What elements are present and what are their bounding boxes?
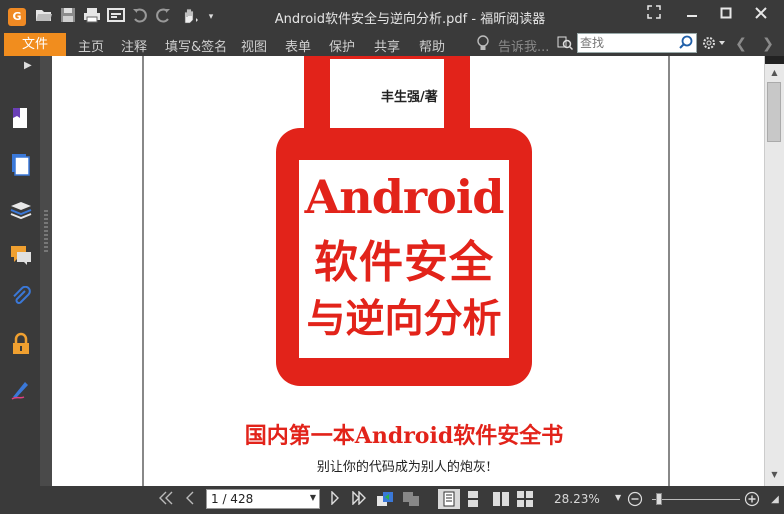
tell-me-input[interactable]: 告诉我... [498,36,549,55]
page-dropdown-icon[interactable]: ▼ [310,493,316,502]
redo-icon[interactable] [153,7,173,27]
zoom-out-icon[interactable] [626,491,644,509]
search-input[interactable] [580,35,676,51]
expand-panel-icon[interactable]: ▶ [24,60,32,71]
scroll-down-icon[interactable]: ▼ [765,466,784,484]
previous-view-icon[interactable] [376,491,394,509]
menu-form[interactable]: 表单 [285,36,311,55]
bookmark-icon[interactable] [10,106,32,128]
last-page-icon[interactable] [350,490,368,509]
menu-view[interactable]: 视图 [241,36,267,55]
cover-subtitle: 别让你的代码成为别人的炮灰! [316,460,492,475]
print-icon[interactable] [82,7,102,27]
pdf-page: 丰生强/著 Android 软件安全 与逆向分析 国内第一本Android软件安… [142,56,670,486]
properties-icon[interactable] [106,7,126,27]
splitter-grip[interactable] [44,210,48,254]
cover-title-line3: 与逆向分析 [306,297,502,342]
next-view-icon[interactable] [402,491,420,509]
next-page-icon[interactable] [326,490,344,509]
fullscreen-icon[interactable] [643,5,665,27]
find-options-icon[interactable] [556,35,574,53]
continuous-view-button[interactable] [462,489,484,509]
single-page-view-button[interactable] [438,489,460,509]
page-number-value[interactable]: 1 / 428 [211,492,253,506]
page-number-field[interactable]: 1 / 428 ▼ [206,489,320,509]
close-button[interactable] [750,5,772,27]
save-icon[interactable] [58,7,78,27]
menu-share[interactable]: 共享 [374,36,400,55]
menu-help[interactable]: 帮助 [419,36,445,55]
status-bar: 1 / 428 ▼ 28.23% ▼ ◢ [0,486,784,514]
maximize-button[interactable] [715,5,737,27]
menu-protect[interactable]: 保护 [329,36,355,55]
zoom-dropdown-icon[interactable]: ▼ [615,493,621,502]
app-logo-icon[interactable]: G [8,8,26,26]
document-view[interactable]: 丰生强/著 Android 软件安全 与逆向分析 国内第一本Android软件安… [52,56,764,486]
cover-title-line1: Android [304,170,505,224]
search-field[interactable] [577,33,697,53]
author-name: 丰生强/著 [381,90,438,105]
ribbon-right-arrow-icon[interactable]: ❯ [760,35,776,53]
continuous-facing-view-button[interactable] [514,489,536,509]
menu-home[interactable]: 主页 [78,36,104,55]
facing-view-button[interactable] [490,489,512,509]
pages-icon[interactable] [10,152,32,176]
previous-page-icon[interactable] [181,491,199,509]
layers-icon[interactable] [10,198,32,220]
scrollbar-header [765,56,784,64]
first-page-icon[interactable] [157,491,175,509]
comments-icon[interactable] [10,244,32,266]
vertical-scrollbar[interactable]: ▲ ▼ [764,56,784,486]
scroll-up-icon[interactable]: ▲ [765,64,784,82]
resize-grip-icon[interactable]: ◢ [766,491,784,509]
minimize-button[interactable] [681,5,703,27]
undo-icon[interactable] [130,7,150,27]
cover-tagline: 国内第一本Android软件安全书 [244,423,564,449]
open-icon[interactable] [34,7,54,27]
zoom-slider-thumb[interactable] [656,493,662,505]
menu-fill-sign[interactable]: 填写&签名 [165,36,227,55]
settings-gear-icon[interactable] [701,35,727,53]
foxit-reader-window: G ▾ Android软件安全与逆向分析.pdf - 福昕阅读器 文件 主页 注… [0,0,784,514]
lightbulb-icon [476,35,490,52]
panel-splitter[interactable] [40,56,52,486]
scrollbar-thumb[interactable] [767,82,781,142]
cover-title-line2: 软件安全 [314,237,494,288]
zoom-slider-track[interactable] [652,499,740,500]
zoom-level[interactable]: 28.23% [554,492,600,506]
menu-comment[interactable]: 注释 [121,36,147,55]
window-title: Android软件安全与逆向分析.pdf - 福昕阅读器 [274,12,546,27]
security-icon[interactable] [10,332,32,354]
attachments-icon[interactable] [10,285,32,308]
signature-icon[interactable] [10,378,32,400]
title-bar: G ▾ Android软件安全与逆向分析.pdf - 福昕阅读器 [0,0,784,32]
ribbon-left-arrow-icon[interactable]: ❮ [733,35,749,53]
zoom-in-icon[interactable] [743,491,761,509]
search-icon[interactable] [678,35,694,51]
customize-icon[interactable]: ▾ [204,7,218,27]
navigation-panel: ▶ [0,56,40,486]
file-tab[interactable]: 文件 [4,33,66,56]
hand-tool-icon[interactable] [178,7,200,27]
